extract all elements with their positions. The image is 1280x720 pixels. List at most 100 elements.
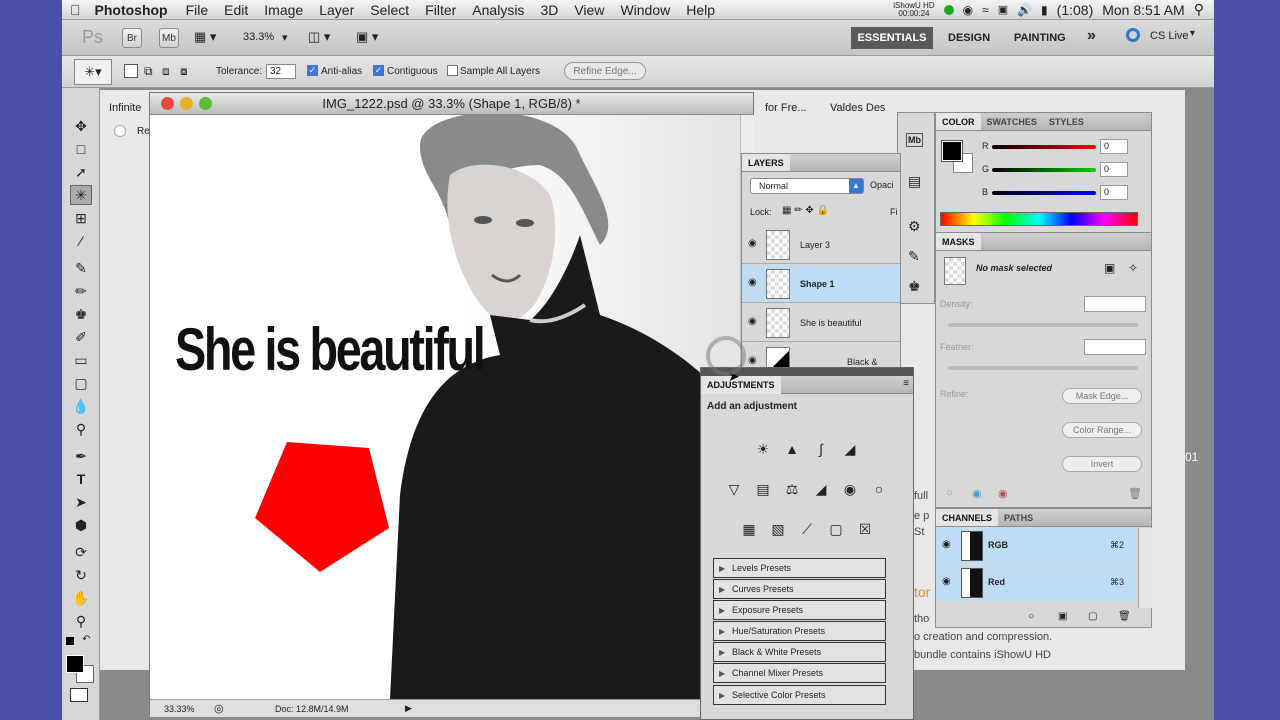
eyedropper-tool-icon[interactable]: ∕ [70, 231, 92, 251]
posterize-icon[interactable]: ▧ [767, 519, 789, 539]
menu-3d[interactable]: 3D [532, 2, 566, 18]
wifi-icon[interactable]: ≈ [982, 3, 989, 17]
browser-tab-valdes[interactable]: Valdes Des [830, 102, 885, 114]
3d-rotate-tool-icon[interactable]: ⟳ [70, 542, 92, 562]
g-slider[interactable] [992, 168, 1096, 172]
workspace-essentials[interactable]: ESSENTIALS [851, 27, 933, 49]
preset-exposure[interactable]: Exposure Presets [713, 600, 886, 620]
status-info-icon[interactable]: ◎ [214, 702, 224, 715]
channels-tab[interactable]: CHANNELS [936, 509, 999, 526]
blend-mode-select[interactable]: Normal ▲ [750, 178, 864, 194]
channel-selection-icon[interactable]: ○ [1028, 611, 1034, 622]
lock-icons[interactable]: ▦ ✏ ✥ 🔒 [782, 205, 829, 216]
menu-filter[interactable]: Filter [417, 2, 464, 18]
headline-text-layer[interactable]: She is beautiful [175, 315, 486, 384]
close-window-icon[interactable] [161, 97, 174, 110]
minimize-window-icon[interactable] [180, 97, 193, 110]
cs-live-dropdown-icon[interactable]: ▾ [1190, 28, 1195, 39]
gradient-map-icon[interactable]: ▢ [825, 519, 847, 539]
clone-stamp-tool-icon[interactable]: ♚ [70, 304, 92, 324]
sync-icon[interactable]: ◉ [963, 3, 973, 17]
exposure-icon[interactable]: ◢ [839, 439, 861, 459]
r-slider[interactable] [992, 145, 1096, 149]
styles-tab[interactable]: STYLES [1043, 113, 1090, 130]
browser-address-fragment[interactable]: Re [137, 126, 150, 137]
hand-tool-icon[interactable]: ✋ [70, 588, 92, 608]
color-range-button[interactable]: Color Range... [1062, 422, 1142, 438]
invert-button[interactable]: Invert [1062, 456, 1142, 472]
paths-tab[interactable]: PATHS [998, 509, 1039, 526]
cs-live-icon[interactable] [1126, 28, 1140, 42]
display-icon[interactable]: ▣ [998, 3, 1008, 16]
browser-reload-icon[interactable] [114, 125, 126, 137]
layer-row-selected[interactable]: ◉ Shape 1 [742, 265, 900, 303]
status-dot-icon[interactable] [943, 4, 954, 15]
document-window[interactable]: IMG_1222.psd @ 33.3% (Shape 1, RGB/8) * … [149, 92, 754, 717]
visibility-eye-icon[interactable]: ◉ [748, 238, 757, 249]
menu-window[interactable]: Window [612, 2, 678, 18]
more-workspaces-icon[interactable]: » [1087, 27, 1096, 45]
feather-field[interactable] [1084, 339, 1146, 355]
preset-channel-mixer[interactable]: Channel Mixer Presets [713, 663, 886, 683]
browser-tab-infinite[interactable]: Infinite [109, 102, 141, 114]
visibility-eye-icon[interactable]: ◉ [748, 355, 757, 366]
default-colors-icon[interactable] [66, 637, 74, 645]
visibility-eye-icon[interactable]: ◉ [942, 576, 951, 587]
layers-tab[interactable]: LAYERS [742, 154, 790, 171]
view-extras-icon[interactable]: ▦ ▾ [194, 29, 216, 45]
battery-icon[interactable]: ▮ [1041, 3, 1048, 17]
document-titlebar[interactable]: IMG_1222.psd @ 33.3% (Shape 1, RGB/8) * [150, 93, 753, 115]
new-selection-icon[interactable] [124, 64, 138, 78]
disable-mask-icon[interactable]: ◉ [998, 487, 1008, 500]
preset-curves[interactable]: Curves Presets [713, 579, 886, 599]
lasso-tool-icon[interactable]: ➚ [70, 162, 92, 182]
screen-mode-icon[interactable]: ▣ ▾ [356, 29, 378, 45]
masks-tab[interactable]: MASKS [936, 233, 981, 250]
swatches-tab[interactable]: SWATCHES [981, 113, 1043, 130]
arrange-documents-icon[interactable]: ◫ ▾ [308, 29, 330, 45]
density-slider[interactable] [948, 323, 1138, 327]
menu-view[interactable]: View [566, 2, 612, 18]
dodge-tool-icon[interactable]: ⚲ [70, 419, 92, 439]
g-value[interactable]: 0 [1100, 162, 1128, 177]
status-zoom[interactable]: 33.33% [164, 704, 195, 714]
visibility-eye-icon[interactable]: ◉ [748, 277, 757, 288]
apple-menu-icon[interactable]:  [62, 2, 89, 18]
zoom-dropdown-icon[interactable]: ▾ [282, 31, 288, 44]
image-canvas[interactable]: She is beautiful [150, 115, 740, 699]
type-tool-icon[interactable]: T [70, 469, 92, 489]
volume-icon[interactable]: 🔊 [1017, 3, 1032, 17]
hue-saturation-icon[interactable]: ▤ [752, 479, 774, 499]
menu-select[interactable]: Select [362, 2, 417, 18]
mask-edge-button[interactable]: Mask Edge... [1062, 388, 1142, 404]
color-fg-swatch[interactable] [941, 140, 963, 162]
visibility-eye-icon[interactable]: ◉ [942, 539, 951, 550]
color-tab[interactable]: COLOR [936, 113, 981, 130]
layer-row[interactable]: ◉ She is beautiful [742, 304, 900, 342]
3d-orbit-tool-icon[interactable]: ↻ [70, 565, 92, 585]
add-vector-mask-icon[interactable]: ✧ [1128, 261, 1138, 275]
new-channel-icon[interactable]: ▢ [1088, 611, 1097, 622]
delete-channel-icon[interactable]: 🗑 [1118, 611, 1131, 622]
brightness-contrast-icon[interactable]: ☀ [752, 439, 774, 459]
preset-levels[interactable]: Levels Presets [713, 558, 886, 578]
healing-brush-tool-icon[interactable]: ✎ [70, 258, 92, 278]
history-panel-icon[interactable]: ▤ [908, 173, 921, 190]
path-selection-tool-icon[interactable]: ➤ [70, 492, 92, 512]
apply-mask-icon[interactable]: ◉ [972, 487, 982, 500]
marquee-tool-icon[interactable]: □ [70, 139, 92, 159]
refine-edge-button[interactable]: Refine Edge... [564, 62, 646, 80]
clock[interactable]: Mon 8:51 AM [1102, 2, 1185, 18]
tool-preset-picker[interactable]: ✳▾ [74, 59, 112, 85]
feather-slider[interactable] [948, 366, 1138, 370]
mini-bridge-button[interactable]: Mb [159, 28, 179, 48]
cs-live[interactable]: CS Live [1150, 30, 1189, 42]
battery-time[interactable]: (1:08) [1057, 2, 1094, 18]
preset-hue-saturation[interactable]: Hue/Saturation Presets [713, 621, 886, 641]
add-selection-icon[interactable]: ⧉ [144, 64, 153, 79]
r-value[interactable]: 0 [1100, 139, 1128, 154]
pen-tool-icon[interactable]: ✒ [70, 446, 92, 466]
photo-filter-icon[interactable]: ◉ [839, 479, 861, 499]
status-menu-arrow-icon[interactable]: ▶ [405, 703, 412, 714]
menu-image[interactable]: Image [256, 2, 311, 18]
